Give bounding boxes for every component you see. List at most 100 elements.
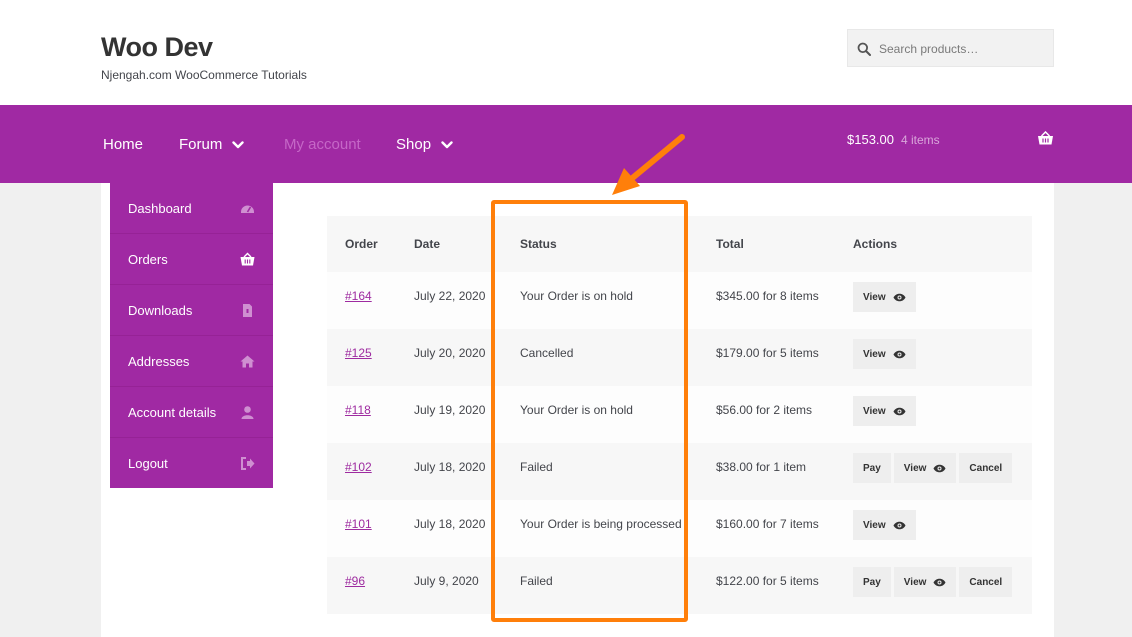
table-row: #164 July 22, 2020 Your Order is on hold… <box>327 272 1032 329</box>
order-link[interactable]: #164 <box>345 289 372 303</box>
account-nav-label: Logout <box>128 456 168 471</box>
site-header: Woo Dev Njengah.com WooCommerce Tutorial… <box>0 0 1132 105</box>
order-date: July 18, 2020 <box>396 443 502 500</box>
pay-order-button[interactable]: Pay <box>853 567 891 597</box>
order-actions: Pay View Cancel <box>835 557 1032 614</box>
account-navigation: Dashboard Orders Downloads Addresses Acc… <box>110 183 273 488</box>
table-row: #96 July 9, 2020 Failed $122.00 for 5 it… <box>327 557 1032 614</box>
column-header-actions: Actions <box>835 216 1032 272</box>
basket-icon <box>240 252 255 266</box>
column-header-date: Date <box>396 216 502 272</box>
view-order-button[interactable]: View <box>853 396 916 426</box>
view-order-button[interactable]: View <box>853 282 916 312</box>
account-nav-label: Dashboard <box>128 200 192 216</box>
order-number-cell: #164 <box>327 272 396 329</box>
order-status: Your Order is being processed <box>502 500 698 557</box>
button-label: Cancel <box>969 462 1003 474</box>
eye-icon <box>893 521 906 529</box>
button-label: View <box>903 462 927 474</box>
account-nav-account-details[interactable]: Account details <box>110 387 273 438</box>
order-link[interactable]: #102 <box>345 460 372 474</box>
order-total: $56.00 for 2 items <box>698 386 835 443</box>
view-order-button[interactable]: View <box>853 510 916 540</box>
logout-icon <box>241 457 255 470</box>
button-label: Pay <box>863 462 881 474</box>
order-status: Your Order is on hold <box>502 386 698 443</box>
account-nav-label: Addresses <box>128 353 190 369</box>
order-link[interactable]: #101 <box>345 517 372 531</box>
order-number-cell: #102 <box>327 443 396 500</box>
home-icon <box>240 355 255 368</box>
primary-navigation: Home Forum My account Shop $153.00 4 ite… <box>0 105 1132 183</box>
order-status: Failed <box>502 557 698 614</box>
column-header-total: Total <box>698 216 835 272</box>
user-icon <box>241 406 254 419</box>
cancel-order-button[interactable]: Cancel <box>959 453 1013 483</box>
order-total: $122.00 for 5 items <box>698 557 835 614</box>
account-nav-orders[interactable]: Orders <box>110 234 273 285</box>
cart-total[interactable]: $153.00 <box>847 132 894 147</box>
table-header-row: Order Date Status Total Actions <box>327 216 1032 272</box>
search-icon <box>857 42 871 56</box>
order-link[interactable]: #118 <box>345 403 371 417</box>
nav-item-home[interactable]: Home <box>103 136 143 153</box>
view-order-button[interactable]: View <box>853 339 916 369</box>
table-row: #102 July 18, 2020 Failed $38.00 for 1 i… <box>327 443 1032 500</box>
order-total: $179.00 for 5 items <box>698 329 835 386</box>
pay-order-button[interactable]: Pay <box>853 453 891 483</box>
site-title[interactable]: Woo Dev <box>101 32 213 63</box>
button-label: View <box>863 405 886 417</box>
column-header-status: Status <box>502 216 698 272</box>
order-date: July 18, 2020 <box>396 500 502 557</box>
order-actions: Pay View Cancel <box>835 443 1032 500</box>
order-actions: View <box>835 272 1032 329</box>
order-date: July 19, 2020 <box>396 386 502 443</box>
dashboard-icon <box>241 205 254 213</box>
button-label: View <box>863 291 886 303</box>
chevron-down-icon[interactable] <box>232 140 245 149</box>
table-row: #101 July 18, 2020 Your Order is being p… <box>327 500 1032 557</box>
account-nav-dashboard[interactable]: Dashboard <box>110 183 273 234</box>
order-actions: View <box>835 386 1032 443</box>
nav-item-label: Shop <box>396 136 432 153</box>
chevron-down-icon[interactable] <box>441 140 453 149</box>
nav-item-forum[interactable]: Forum <box>179 136 245 153</box>
nav-item-label: My account <box>284 136 361 153</box>
search-input[interactable] <box>879 39 1047 59</box>
nav-item-my-account[interactable]: My account <box>284 136 361 153</box>
order-link[interactable]: #125 <box>345 346 372 360</box>
order-status: Failed <box>502 443 698 500</box>
basket-icon[interactable] <box>1037 131 1054 146</box>
button-label: Cancel <box>969 576 1003 588</box>
nav-item-shop[interactable]: Shop <box>396 136 453 153</box>
order-number-cell: #125 <box>327 329 396 386</box>
view-order-button[interactable]: View <box>893 567 957 597</box>
account-nav-addresses[interactable]: Addresses <box>110 336 273 387</box>
account-nav-logout[interactable]: Logout <box>110 438 273 489</box>
view-order-button[interactable]: View <box>893 453 957 483</box>
order-link[interactable]: #96 <box>345 574 365 588</box>
button-label: View <box>863 519 886 531</box>
eye-icon <box>933 464 946 472</box>
order-date: July 9, 2020 <box>396 557 502 614</box>
account-nav-label: Downloads <box>128 302 193 318</box>
order-number-cell: #96 <box>327 557 396 614</box>
nav-item-label: Home <box>103 136 144 153</box>
order-actions: View <box>835 329 1032 386</box>
order-date: July 22, 2020 <box>396 272 502 329</box>
order-status: Cancelled <box>502 329 698 386</box>
table-row: #118 July 19, 2020 Your Order is on hold… <box>327 386 1032 443</box>
account-nav-downloads[interactable]: Downloads <box>110 285 273 336</box>
nav-item-label: Forum <box>179 136 223 153</box>
eye-icon <box>933 578 946 586</box>
cancel-order-button[interactable]: Cancel <box>959 567 1013 597</box>
order-actions: View <box>835 500 1032 557</box>
table-row: #125 July 20, 2020 Cancelled $179.00 for… <box>327 329 1032 386</box>
search-box[interactable] <box>847 29 1054 67</box>
eye-icon <box>893 407 906 415</box>
account-nav-label: Orders <box>128 251 168 267</box>
order-total: $345.00 for 8 items <box>698 272 835 329</box>
column-header-order: Order <box>327 216 396 272</box>
cart-count[interactable]: 4 items <box>901 133 940 147</box>
order-status: Your Order is on hold <box>502 272 698 329</box>
